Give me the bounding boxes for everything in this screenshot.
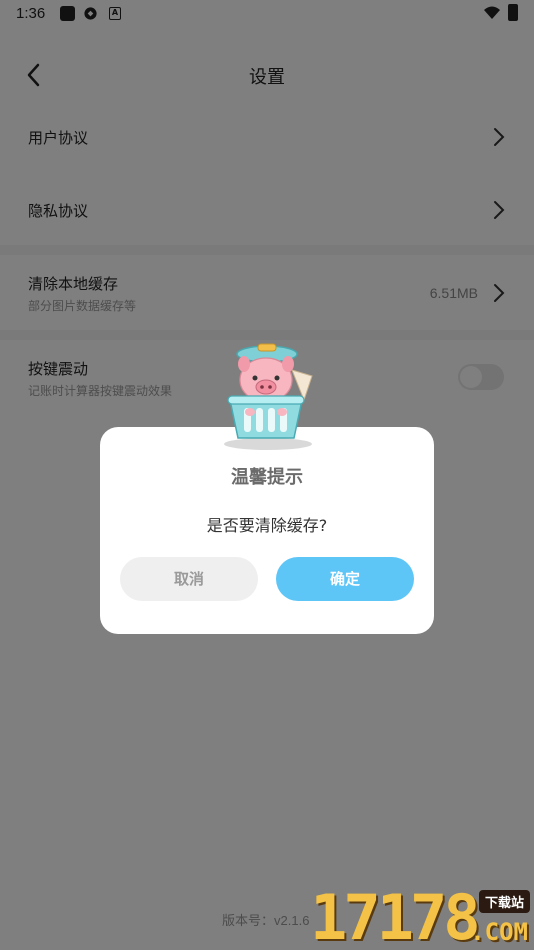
watermark-badge: 下载站 [478,890,530,913]
cancel-button[interactable]: 取消 [120,557,258,601]
dialog-message: 是否要清除缓存? [206,516,328,535]
site-watermark: 17178 下载站 .COM [304,884,534,950]
watermark-domain: .COM [470,918,528,946]
dialog-title: 温馨提示 [231,467,303,488]
watermark-number: 17178 [310,881,481,950]
clear-cache-dialog: 温馨提示 是否要清除缓存? 取消 确定 [100,427,434,634]
confirm-button[interactable]: 确定 [276,557,414,601]
pig-basket-mascot-icon [224,343,313,450]
